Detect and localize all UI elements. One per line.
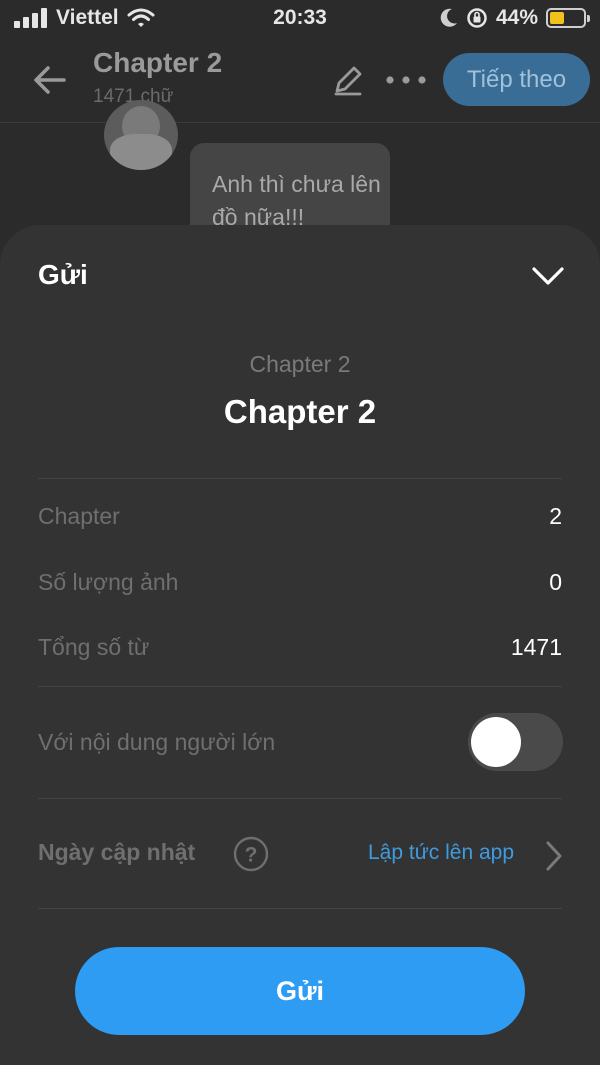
- chapter-label: Chapter: [38, 503, 120, 529]
- battery-percent: 44%: [495, 6, 538, 29]
- moon-icon: [440, 8, 457, 27]
- publish-sheet: Gửi Chapter 2 Chapter 2 Chapter 2 Số lượ…: [0, 225, 600, 1065]
- nav-bar: Chapter 2 1471 chữ Tiếp theo: [0, 40, 600, 123]
- rotation-lock-icon: [467, 8, 487, 28]
- help-icon[interactable]: ?: [233, 836, 269, 872]
- word-total-value: 1471: [510, 634, 562, 660]
- more-icon[interactable]: [384, 66, 428, 94]
- toggle-knob: [471, 717, 521, 767]
- story-label: Chapter 2: [249, 351, 351, 377]
- chapter-value: 2: [549, 503, 562, 529]
- battery-icon: [546, 8, 590, 28]
- divider: [38, 686, 562, 687]
- image-count-label: Số lượng ảnh: [38, 569, 179, 595]
- avatar: [104, 100, 178, 170]
- divider: [38, 908, 562, 909]
- svg-text:?: ?: [245, 844, 258, 867]
- adult-content-label: Với nội dung người lớn: [38, 729, 276, 755]
- update-date-value[interactable]: Lập tức lên app: [368, 841, 514, 865]
- chapter-title: Chapter 2: [223, 393, 377, 430]
- status-right: 44%: [440, 6, 590, 30]
- update-date-label: Ngày cập nhật: [38, 839, 196, 865]
- sheet-title: Gửi: [38, 259, 88, 290]
- divider: [38, 798, 562, 799]
- image-count-value: 0: [549, 569, 562, 595]
- next-button[interactable]: Tiếp theo: [443, 53, 590, 106]
- chevron-down-icon[interactable]: [528, 261, 568, 293]
- adult-content-toggle[interactable]: [468, 713, 563, 771]
- divider: [38, 478, 562, 479]
- status-bar: Viettel 20:33 44%: [0, 0, 600, 40]
- pencil-icon[interactable]: [330, 62, 366, 98]
- word-total-label: Tổng số từ: [38, 634, 150, 660]
- submit-button[interactable]: Gửi: [75, 947, 525, 1035]
- chevron-right-icon[interactable]: [542, 839, 566, 873]
- back-arrow-icon[interactable]: [30, 60, 70, 100]
- battery-level: [550, 12, 564, 24]
- page-title: Chapter 2: [93, 47, 223, 78]
